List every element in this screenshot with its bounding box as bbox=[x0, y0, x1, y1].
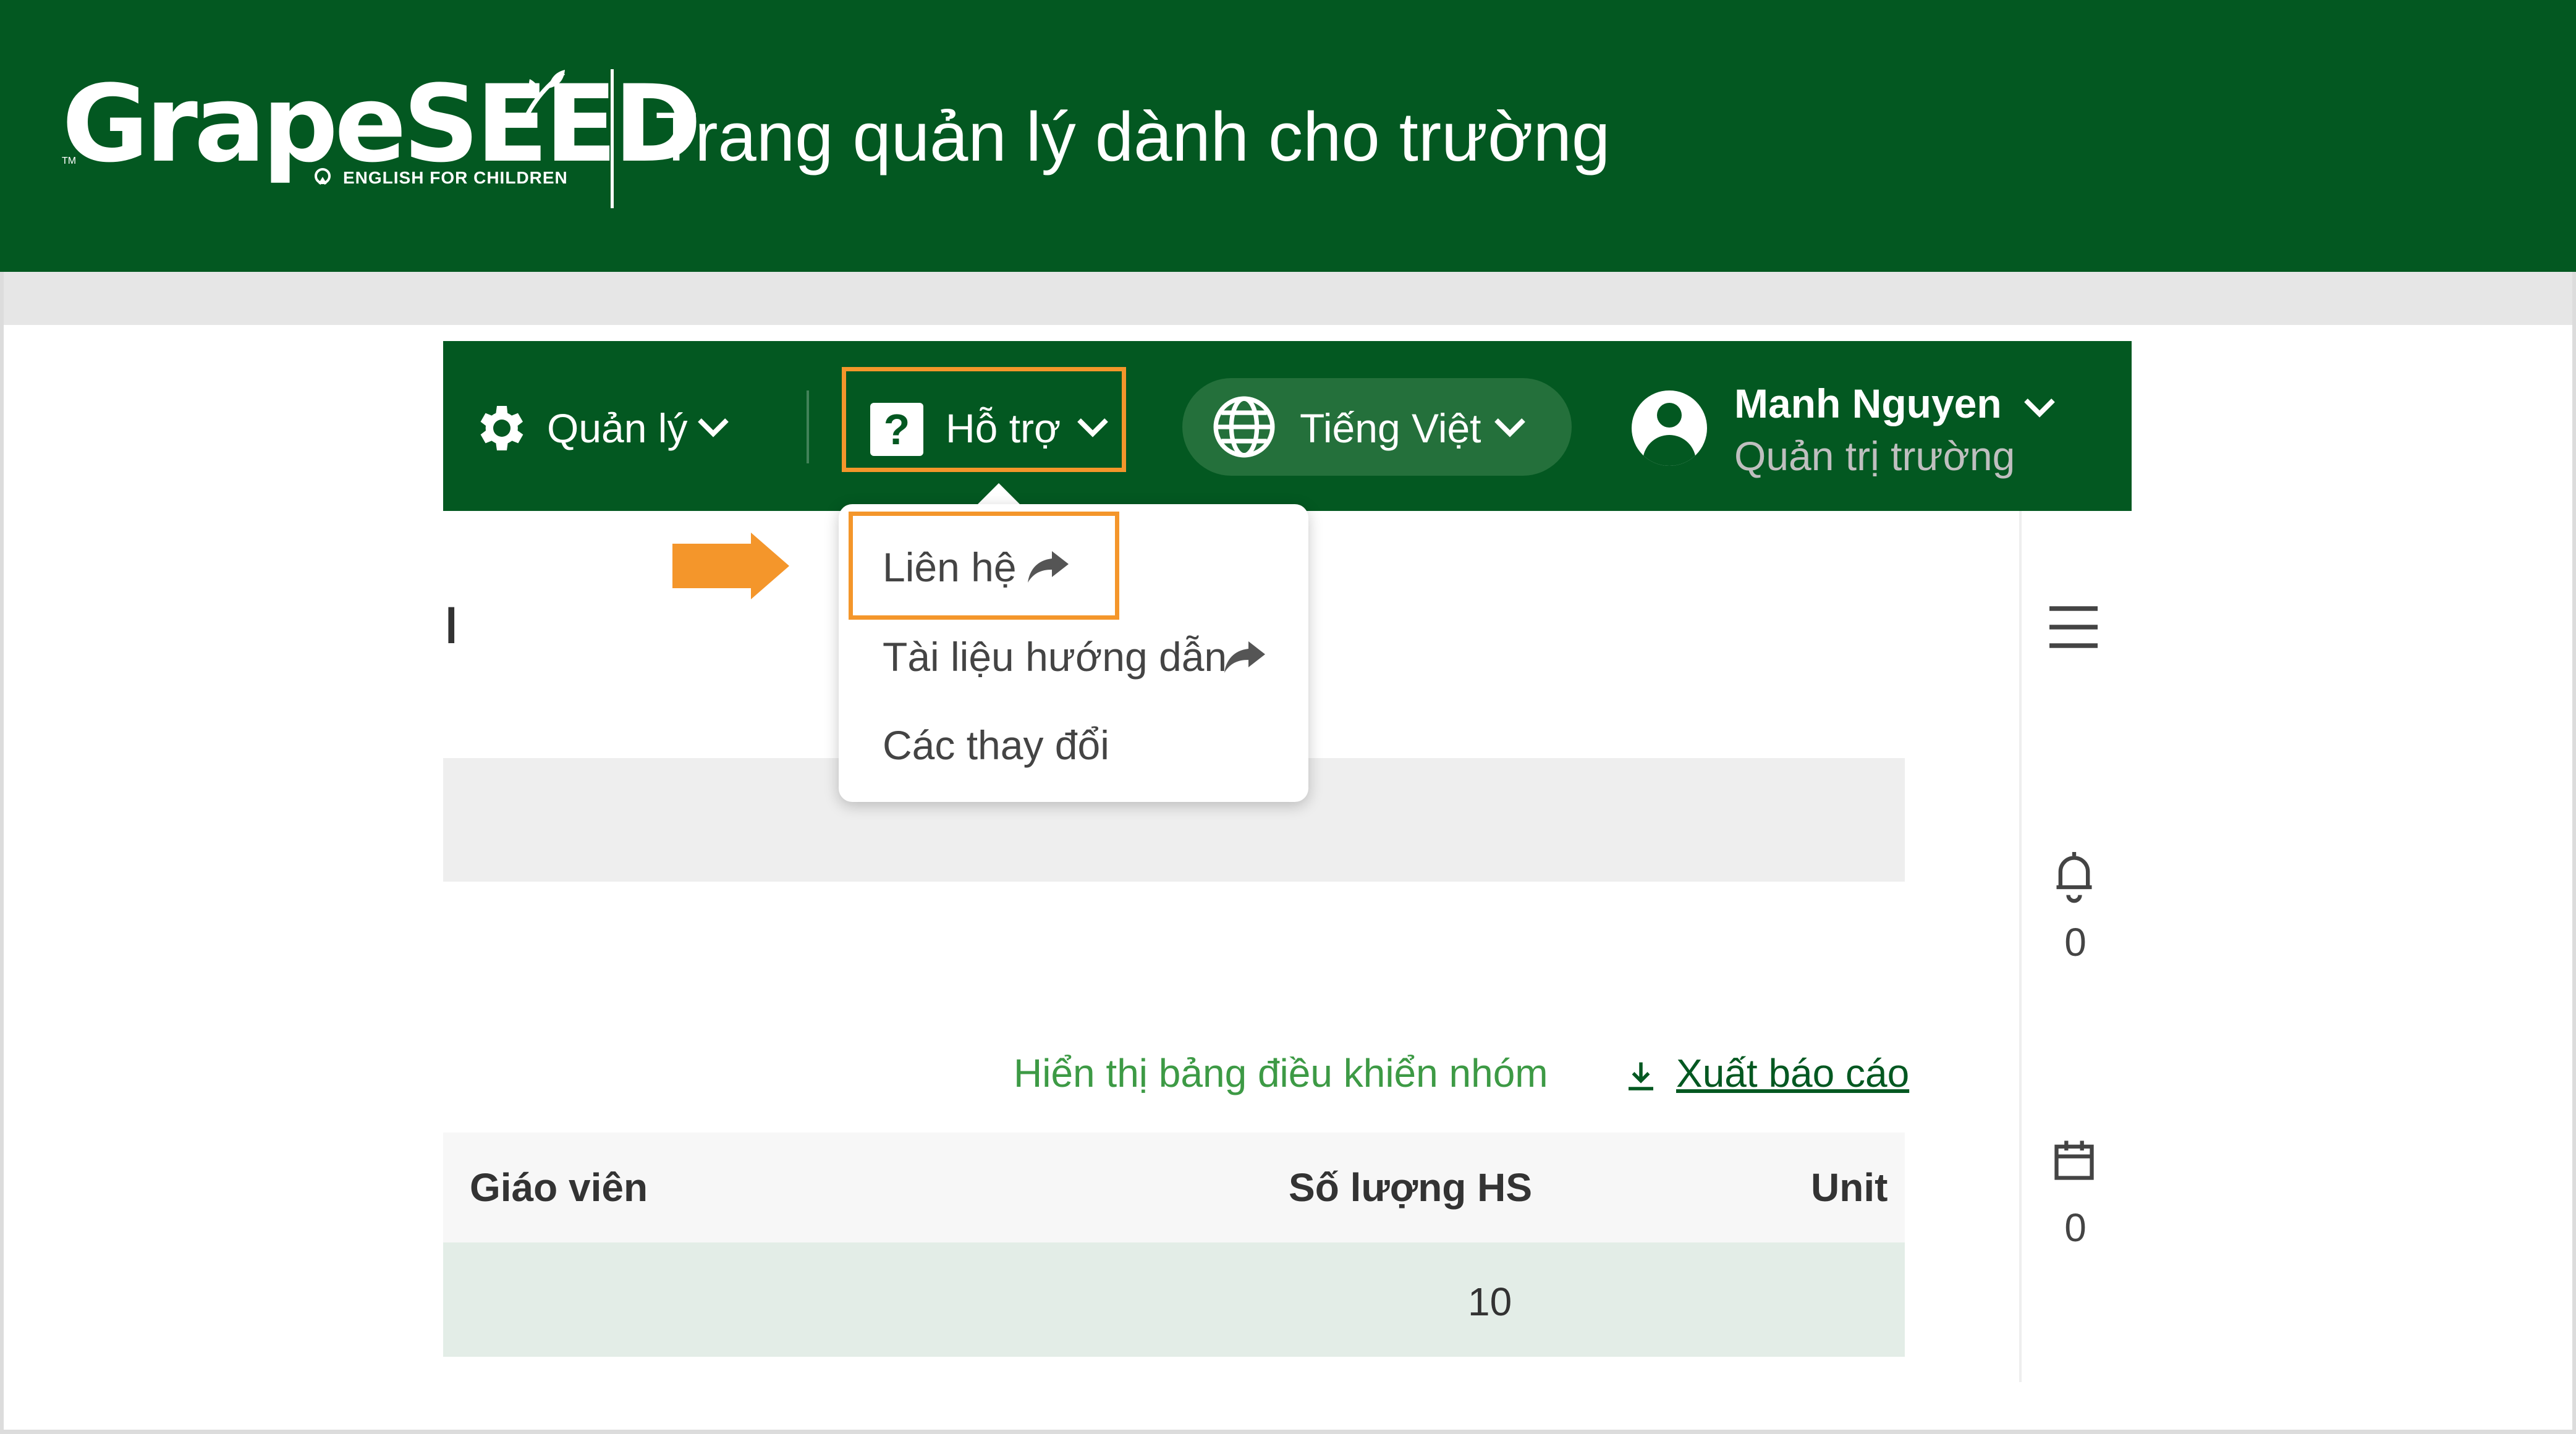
callout-arrow-icon bbox=[751, 533, 789, 599]
avatar-head bbox=[1657, 403, 1682, 428]
table-header bbox=[443, 1132, 1905, 1242]
help-highlight-box bbox=[842, 367, 1126, 472]
cell-student-count: 10 bbox=[1468, 1280, 1512, 1324]
hamburger-menu-icon[interactable] bbox=[2046, 602, 2101, 652]
logo-trademark: TM bbox=[62, 156, 77, 166]
column-header-teacher[interactable]: Giáo viên bbox=[470, 1165, 648, 1210]
callout-arrow-body bbox=[672, 544, 753, 588]
globe-icon[interactable] bbox=[1210, 393, 1278, 461]
logo-badge-icon bbox=[315, 168, 331, 185]
header-divider bbox=[611, 69, 614, 208]
menu-item-user-guide[interactable]: Tài liệu hướng dẫn bbox=[883, 633, 1227, 680]
column-header-student-count[interactable]: Số lượng HS bbox=[1289, 1165, 1532, 1210]
frame-border-bottom bbox=[0, 1430, 2576, 1434]
share-arrow-icon[interactable] bbox=[1222, 636, 1267, 676]
grapeseed-logo: GrapeSEED bbox=[62, 62, 701, 186]
group-dashboard-link[interactable]: Hiển thị bảng điều khiển nhóm bbox=[1014, 1050, 1548, 1096]
user-role: Quản trị trường bbox=[1734, 433, 2015, 479]
user-name[interactable]: Manh Nguyen bbox=[1734, 380, 2002, 427]
column-header-unit[interactable]: Unit bbox=[1811, 1165, 1888, 1210]
frame-border-left bbox=[0, 272, 4, 1434]
download-icon[interactable] bbox=[1622, 1058, 1659, 1095]
menu-item-changelog[interactable]: Các thay đổi bbox=[883, 722, 1109, 769]
user-avatar-icon[interactable] bbox=[1632, 390, 1707, 466]
gear-icon[interactable] bbox=[470, 399, 529, 458]
chevron-down-icon[interactable] bbox=[696, 415, 731, 440]
logo-leaf-icon bbox=[524, 70, 566, 117]
notifications-count: 0 bbox=[2064, 920, 2087, 964]
dropdown-caret bbox=[978, 483, 1020, 504]
export-report-link[interactable]: Xuất báo cáo bbox=[1676, 1050, 1909, 1096]
gray-band bbox=[0, 272, 2576, 325]
logo-tagline: ENGLISH FOR CHILDREN bbox=[343, 168, 568, 187]
page-title-fragment: ı bbox=[442, 582, 461, 658]
chevron-down-icon[interactable] bbox=[2022, 395, 2057, 420]
frame-border-right bbox=[2572, 272, 2576, 1434]
language-label[interactable]: Tiếng Việt bbox=[1300, 405, 1481, 452]
avatar-body bbox=[1643, 435, 1696, 466]
chevron-down-icon[interactable] bbox=[1493, 415, 1527, 440]
page-header-title: Trang quản lý dành cho trường bbox=[655, 98, 1611, 175]
nav-manage-menu[interactable]: Quản lý bbox=[547, 405, 687, 452]
calendar-icon[interactable] bbox=[2051, 1136, 2098, 1185]
bell-icon[interactable] bbox=[2051, 848, 2098, 903]
nav-separator bbox=[807, 390, 809, 463]
table-row[interactable] bbox=[443, 1242, 1905, 1357]
contact-highlight-box bbox=[849, 512, 1119, 620]
calendar-count: 0 bbox=[2064, 1205, 2087, 1250]
